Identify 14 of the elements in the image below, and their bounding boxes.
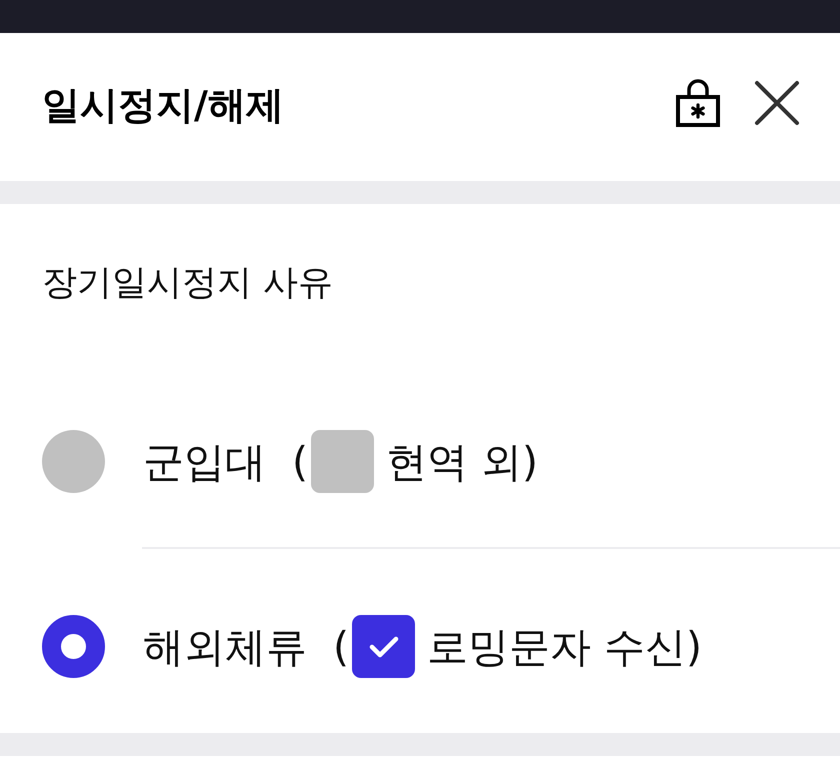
check-icon (368, 636, 398, 658)
close-paren: ) (522, 436, 538, 486)
section-label: 장기일시정지 사유 (41, 263, 334, 303)
open-paren: ( (333, 622, 349, 672)
close-paren: ) (686, 622, 702, 672)
close-icon[interactable] (754, 80, 800, 126)
option-label: 해외체류 (143, 622, 307, 672)
dialog-title: 일시정지/해제 (42, 83, 284, 127)
open-paren: ( (292, 436, 308, 486)
option-label: 군입대 (143, 436, 266, 486)
lock-icon[interactable] (676, 77, 720, 127)
checkbox-label: 로밍문자 수신 (427, 622, 686, 672)
checkbox-label: 현역 외 (386, 436, 522, 486)
checkbox[interactable] (352, 615, 415, 678)
